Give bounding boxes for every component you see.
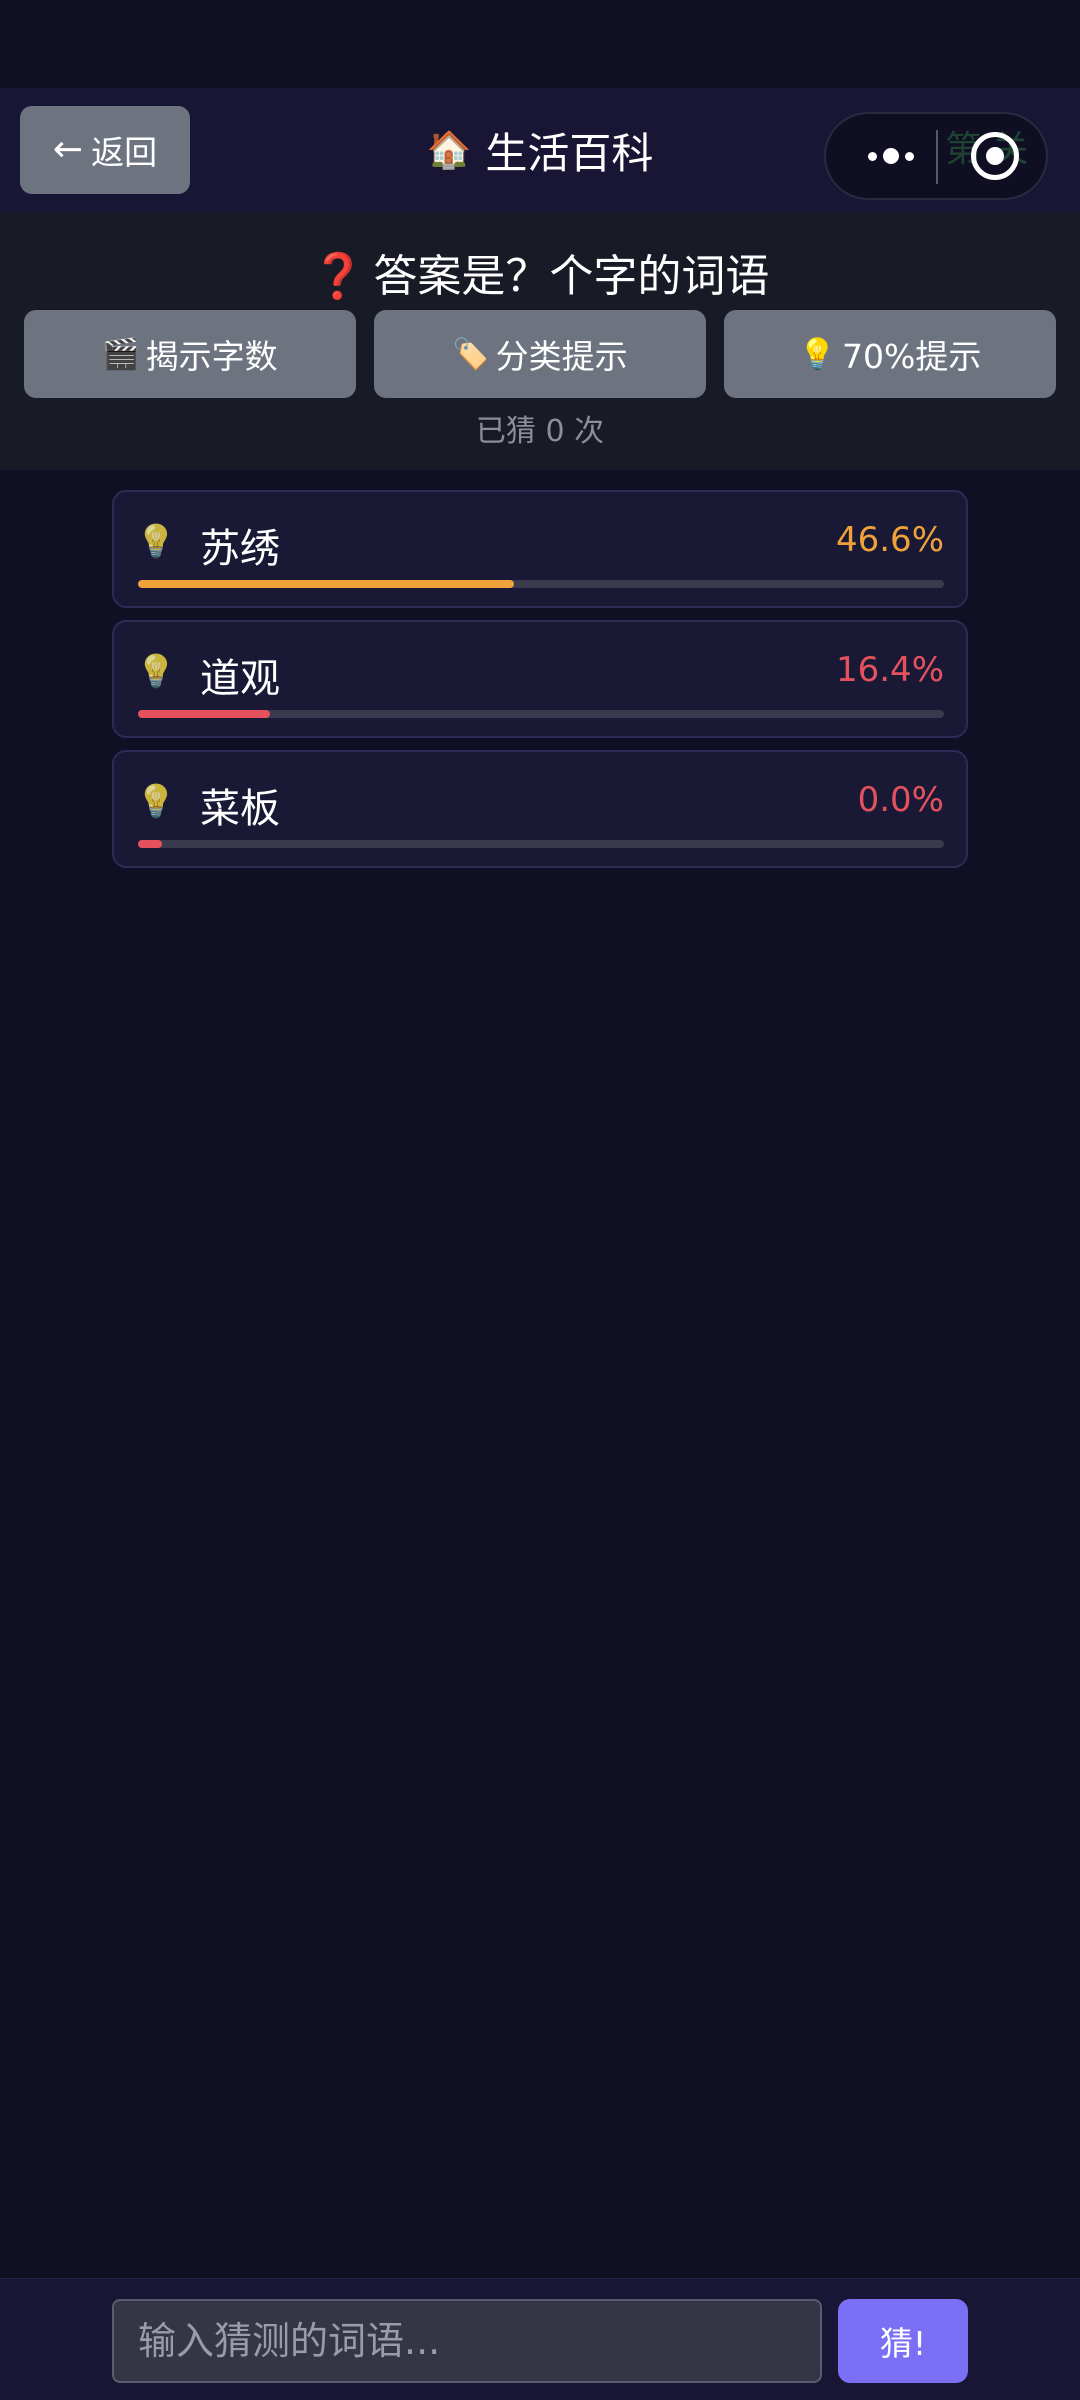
tag-icon: 🏷️ [452, 336, 490, 372]
nav-bar: 🏠 生活百科 ← 返回 第 关 [0, 88, 1080, 212]
submit-guess-button[interactable]: 猜! [838, 2299, 968, 2383]
similarity-bar-fill [138, 580, 514, 588]
guess-item: 💡 苏绣 46.6% [112, 490, 968, 608]
question-mark-icon: ❓ [310, 251, 366, 302]
guess-count: 已猜 0 次 [475, 414, 605, 449]
similarity-bar-track [138, 580, 944, 588]
similarity-bar-track [138, 710, 944, 718]
house-icon: 🏠 [426, 130, 472, 171]
guess-word: 苏绣 [200, 526, 280, 572]
page-title-text: 生活百科 [485, 128, 654, 178]
similarity-bar-fill [138, 840, 162, 848]
category-hint-button[interactable]: 🏷️ 分类提示 [374, 310, 706, 398]
similarity-bar-track [138, 840, 944, 848]
question-label: 答案是？个字的词语 [373, 251, 770, 302]
hint-panel: ❓ 答案是？个字的词语 🎬 揭示字数 🏷️ 分类提示 💡 70%提示 已猜 0 次 [0, 212, 1080, 470]
guess-word: 道观 [200, 656, 280, 702]
more-icon[interactable] [856, 114, 926, 198]
guess-item: 💡 道观 16.4% [112, 620, 968, 738]
similarity-bar-fill [138, 710, 270, 718]
guess-item: 💡 菜板 0.0% [112, 750, 968, 868]
bottom-input-bar: 猜! [0, 2278, 1080, 2400]
arrow-left-icon: ← [52, 129, 84, 170]
lightbulb-icon: 💡 [136, 522, 176, 560]
seventy-percent-hint-label: 70%提示 [842, 337, 982, 376]
capsule-divider [936, 130, 938, 184]
guess-list: 💡 苏绣 46.6% 💡 道观 16.4% 💡 菜板 0.0% [112, 490, 968, 880]
lightbulb-icon: 💡 [136, 782, 176, 820]
reveal-length-button[interactable]: 🎬 揭示字数 [24, 310, 356, 398]
similarity-percent: 16.4% [835, 650, 944, 690]
status-bar [0, 0, 1080, 88]
mini-program-capsule [824, 112, 1048, 200]
similarity-percent: 0.0% [857, 780, 944, 820]
guess-word: 菜板 [200, 786, 280, 832]
category-hint-label: 分类提示 [495, 337, 628, 376]
seventy-percent-hint-button[interactable]: 💡 70%提示 [724, 310, 1056, 398]
back-button-label: 返回 [91, 133, 158, 172]
lightbulb-icon: 💡 [136, 652, 176, 690]
reveal-length-label: 揭示字数 [145, 337, 278, 376]
clapperboard-icon: 🎬 [102, 336, 140, 372]
guess-input[interactable] [112, 2299, 822, 2383]
question-text: ❓ 答案是？个字的词语 [0, 240, 1080, 304]
back-button[interactable]: ← 返回 [20, 106, 190, 194]
hint-buttons: 🎬 揭示字数 🏷️ 分类提示 💡 70%提示 [24, 310, 1056, 398]
close-target-icon[interactable] [971, 132, 1019, 180]
similarity-percent: 46.6% [835, 520, 944, 560]
lightbulb-icon: 💡 [798, 336, 836, 372]
